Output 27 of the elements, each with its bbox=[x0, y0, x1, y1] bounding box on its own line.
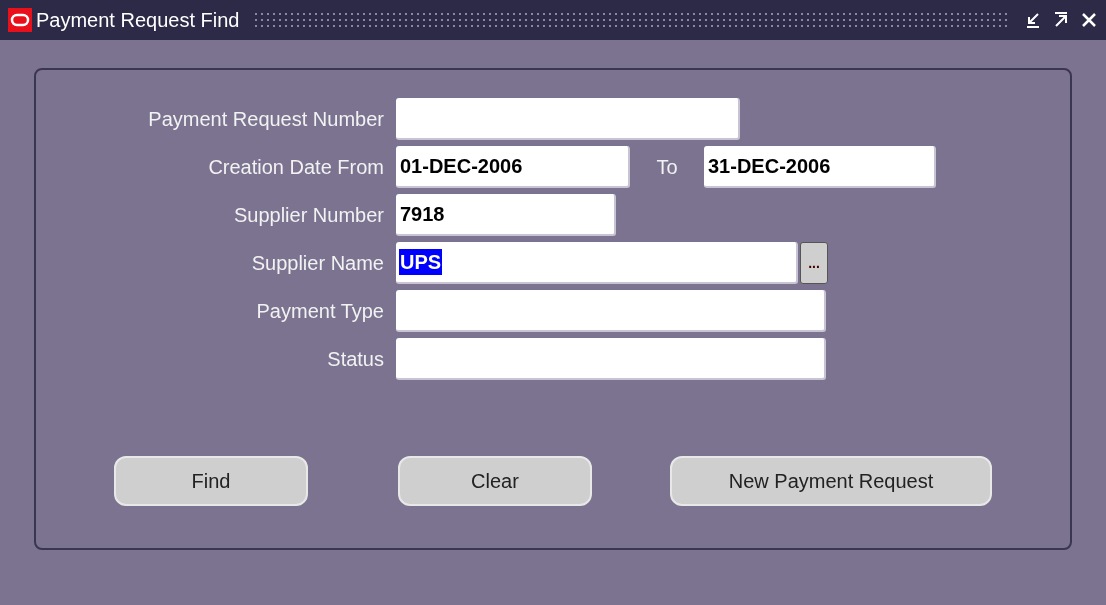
field-label: Creation Date From bbox=[207, 155, 385, 180]
maximize-icon[interactable] bbox=[1052, 11, 1070, 29]
text-field[interactable]: 7918 bbox=[396, 194, 616, 236]
field-value: 7918 bbox=[399, 202, 446, 227]
field-label: Payment Type bbox=[255, 299, 385, 324]
field-label: Supplier Number bbox=[232, 203, 385, 228]
field-value: 01-DEC-2006 bbox=[399, 154, 524, 179]
text-field[interactable] bbox=[396, 98, 740, 140]
field-value: UPS bbox=[399, 249, 443, 275]
close-icon[interactable] bbox=[1080, 11, 1098, 29]
text-field[interactable]: UPS bbox=[396, 242, 798, 284]
field-label: Supplier Name bbox=[250, 251, 385, 276]
list-of-values-button[interactable]: ... bbox=[800, 242, 828, 284]
text-field[interactable] bbox=[396, 290, 826, 332]
logo-icon bbox=[8, 8, 32, 32]
action-button[interactable]: Clear bbox=[398, 456, 592, 506]
window-title: Payment Request Find bbox=[36, 8, 240, 33]
field-label: Payment Request Number bbox=[147, 107, 385, 132]
minimize-icon[interactable] bbox=[1024, 11, 1042, 29]
action-button[interactable]: Find bbox=[114, 456, 308, 506]
field-label: Status bbox=[326, 347, 385, 372]
text-field[interactable]: 31-DEC-2006 bbox=[704, 146, 936, 188]
text-field[interactable] bbox=[396, 338, 826, 380]
action-button[interactable]: New Payment Request bbox=[670, 456, 992, 506]
text-field[interactable]: 01-DEC-2006 bbox=[396, 146, 630, 188]
field-value: 31-DEC-2006 bbox=[707, 154, 832, 179]
field-label: To bbox=[655, 155, 679, 180]
